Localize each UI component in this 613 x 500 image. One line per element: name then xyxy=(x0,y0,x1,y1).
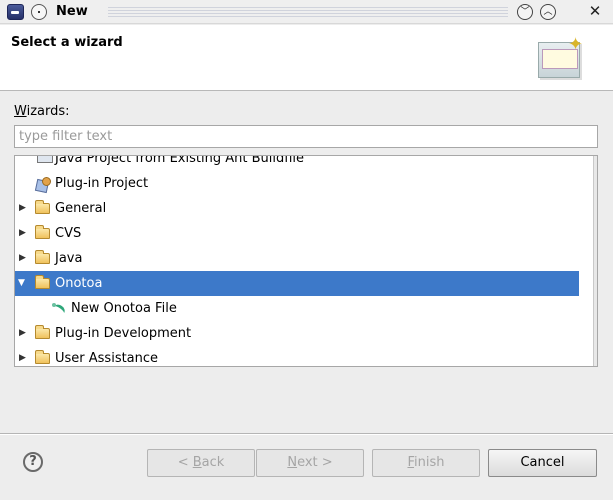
scroll-thumb[interactable] xyxy=(597,174,598,228)
tree-item-plugin-project[interactable]: Plug-in Project xyxy=(15,171,579,196)
bottom-separator xyxy=(0,433,613,435)
wizard-tree[interactable]: Java Project from Existing Ant Buildfile… xyxy=(14,155,598,367)
tree-item-onotoa[interactable]: ▼ Onotoa xyxy=(15,271,579,296)
tree-item-cvs[interactable]: ▶ CVS xyxy=(15,221,579,246)
folder-icon xyxy=(35,225,50,239)
expand-arrow-icon[interactable]: ▶ xyxy=(19,346,29,366)
tree-item-user-assistance[interactable]: ▶ User Assistance xyxy=(15,346,579,366)
folder-icon xyxy=(35,200,50,214)
back-button[interactable]: < Back xyxy=(147,449,255,477)
page-title: Select a wizard xyxy=(11,35,123,50)
folder-icon xyxy=(35,350,50,364)
tree-item-general[interactable]: ▶ General xyxy=(15,196,579,221)
tree-item-java[interactable]: ▶ Java xyxy=(15,246,579,271)
folder-icon xyxy=(35,250,50,264)
cancel-button[interactable]: Cancel xyxy=(488,449,597,477)
tree-item-java-ant-project[interactable]: Java Project from Existing Ant Buildfile xyxy=(15,156,579,171)
eclipse-app-icon xyxy=(7,4,24,20)
title-bar-decoration xyxy=(108,7,508,17)
expand-arrow-icon[interactable]: ▶ xyxy=(19,321,29,346)
title-bar: New ﹀ ︿ ✕ xyxy=(0,0,613,24)
wizards-label: Wizards: xyxy=(14,104,70,119)
plugin-project-icon xyxy=(35,176,51,192)
scroll-down-button[interactable]: ▼ xyxy=(597,352,598,364)
maximize-button[interactable]: ︿ xyxy=(540,4,556,20)
next-button[interactable]: Next > xyxy=(256,449,364,477)
java-project-icon xyxy=(37,156,53,163)
collapse-arrow-icon[interactable]: ▼ xyxy=(18,271,28,296)
scroll-up-button[interactable]: ▲ xyxy=(597,158,598,170)
wizard-header: Select a wizard ✦ xyxy=(0,25,613,91)
window-title: New xyxy=(56,4,88,19)
vertical-scrollbar[interactable]: ▲ ▼ xyxy=(593,156,598,366)
expand-arrow-icon[interactable]: ▶ xyxy=(19,246,29,271)
expand-arrow-icon[interactable]: ▶ xyxy=(19,196,29,221)
folder-open-icon xyxy=(35,275,50,289)
finish-button[interactable]: Finish xyxy=(372,449,480,477)
expand-arrow-icon[interactable]: ▶ xyxy=(19,221,29,246)
wizard-banner-icon: ✦ xyxy=(538,34,584,80)
minimize-button[interactable]: ﹀ xyxy=(517,4,533,20)
tree-item-plugin-development[interactable]: ▶ Plug-in Development xyxy=(15,321,579,346)
close-button[interactable]: ✕ xyxy=(586,3,604,21)
help-icon[interactable]: ? xyxy=(23,452,43,472)
filter-input[interactable] xyxy=(14,125,598,148)
window-menu-icon[interactable] xyxy=(31,4,47,20)
folder-icon xyxy=(35,325,50,339)
tree-item-new-onotoa-file[interactable]: New Onotoa File xyxy=(15,296,579,321)
onotoa-file-icon xyxy=(51,301,67,317)
